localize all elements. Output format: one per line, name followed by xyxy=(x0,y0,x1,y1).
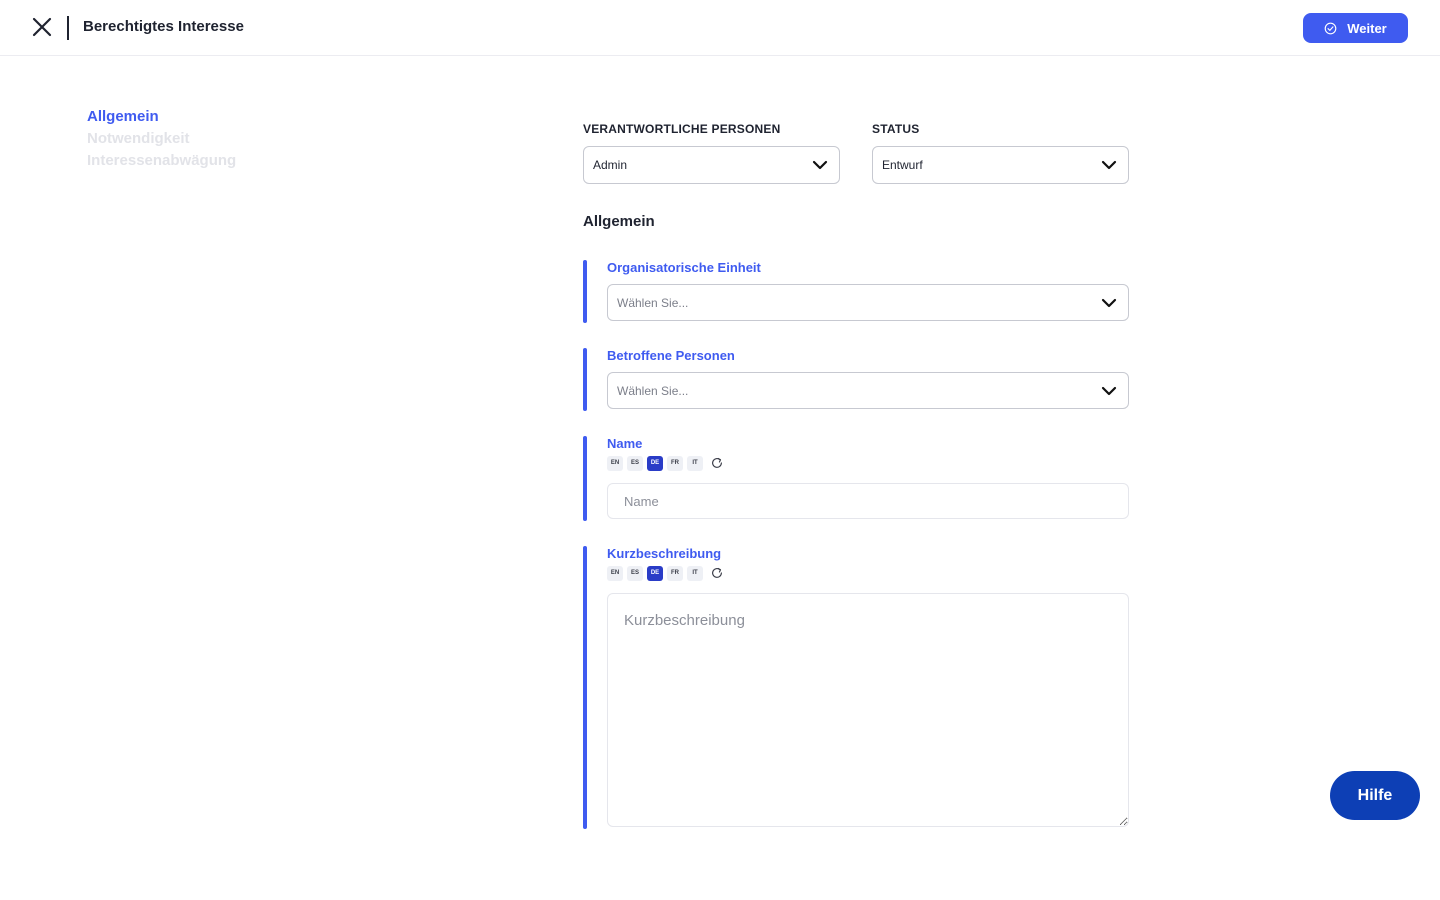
close-icon[interactable] xyxy=(30,15,54,39)
org-unit-label: Organisatorische Einheit xyxy=(607,260,761,275)
page-title: Berechtigtes Interesse xyxy=(83,18,244,35)
header-divider xyxy=(67,16,69,40)
chevron-down-icon xyxy=(812,160,828,170)
help-button[interactable]: Hilfe xyxy=(1330,771,1420,820)
summary-field: Kurzbeschreibung EN ES DE FR IT xyxy=(583,546,1129,829)
status-value: Entwurf xyxy=(882,158,923,172)
lang-fr[interactable]: FR xyxy=(667,565,683,581)
field-accent-bar xyxy=(583,348,587,411)
affected-persons-placeholder: Wählen Sie... xyxy=(617,383,689,398)
nav-item-interessenabwaegung[interactable]: Interessenabwägung xyxy=(87,150,236,172)
responsible-label: VERANTWORTLICHE PERSONEN xyxy=(583,122,781,136)
continue-button[interactable]: Weiter xyxy=(1303,13,1408,43)
language-switcher: EN ES DE FR IT xyxy=(607,455,725,471)
section-nav: Allgemein Notwendigkeit Interessenabwägu… xyxy=(87,106,236,172)
lang-fr[interactable]: FR xyxy=(667,455,683,471)
name-input[interactable] xyxy=(607,483,1129,519)
lang-it[interactable]: IT xyxy=(687,565,703,581)
language-switcher: EN ES DE FR IT xyxy=(607,565,725,581)
org-unit-placeholder: Wählen Sie... xyxy=(617,295,689,310)
lang-de[interactable]: DE xyxy=(647,455,663,471)
summary-textarea[interactable] xyxy=(607,593,1129,827)
org-unit-select[interactable]: Wählen Sie... xyxy=(607,284,1129,321)
field-accent-bar xyxy=(583,436,587,521)
lang-en[interactable]: EN xyxy=(607,455,623,471)
lang-en[interactable]: EN xyxy=(607,565,623,581)
name-field: Name EN ES DE FR IT xyxy=(583,436,1129,521)
affected-persons-label: Betroffene Personen xyxy=(607,348,735,363)
responsible-select[interactable]: Admin xyxy=(583,146,840,184)
name-label: Name xyxy=(607,436,643,451)
chevron-down-icon xyxy=(1101,386,1117,395)
lang-es[interactable]: ES xyxy=(627,455,643,471)
continue-button-label: Weiter xyxy=(1347,20,1387,36)
org-unit-field: Organisatorische Einheit Wählen Sie... xyxy=(583,260,1129,323)
chevron-down-icon xyxy=(1101,160,1117,170)
lang-de[interactable]: DE xyxy=(647,565,663,581)
lang-es[interactable]: ES xyxy=(627,565,643,581)
status-label: STATUS xyxy=(872,122,920,136)
nav-item-allgemein[interactable]: Allgemein xyxy=(87,106,236,128)
affected-persons-field: Betroffene Personen Wählen Sie... xyxy=(583,348,1129,411)
responsible-value: Admin xyxy=(593,158,628,172)
status-select[interactable]: Entwurf xyxy=(872,146,1129,184)
affected-persons-select[interactable]: Wählen Sie... xyxy=(607,372,1129,409)
top-bar: Berechtigtes Interesse Weiter xyxy=(0,0,1440,56)
field-accent-bar xyxy=(583,260,587,323)
summary-label: Kurzbeschreibung xyxy=(607,546,722,561)
refresh-icon[interactable] xyxy=(709,565,725,581)
chevron-down-icon xyxy=(1101,298,1117,307)
nav-item-notwendigkeit[interactable]: Notwendigkeit xyxy=(87,128,236,150)
check-circle-icon xyxy=(1324,22,1337,34)
lang-it[interactable]: IT xyxy=(687,455,703,471)
refresh-icon[interactable] xyxy=(709,455,725,471)
section-title: Allgemein xyxy=(583,213,655,230)
field-accent-bar xyxy=(583,546,587,829)
